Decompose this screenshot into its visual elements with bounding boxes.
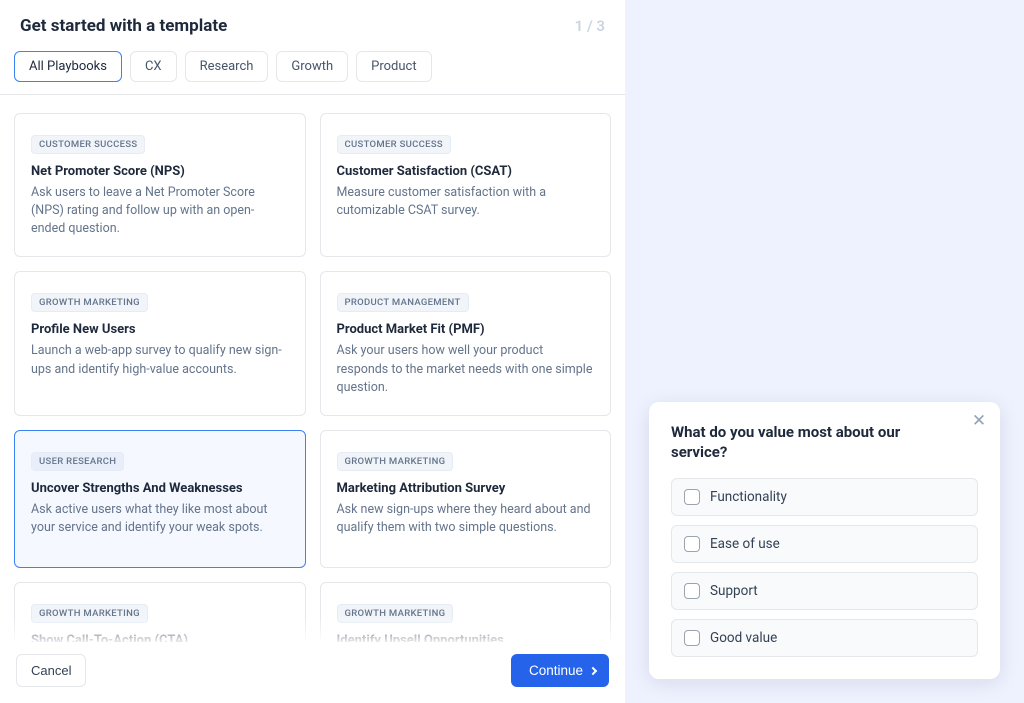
template-card-csat[interactable]: CUSTOMER SUCCESS Customer Satisfaction (… — [320, 113, 612, 257]
step-total: 3 — [596, 17, 605, 35]
tab-all-playbooks[interactable]: All Playbooks — [14, 51, 122, 82]
cancel-button[interactable]: Cancel — [16, 654, 86, 687]
footer-actions: Cancel Continue — [0, 642, 625, 703]
step-current: 1 — [575, 17, 584, 35]
close-icon[interactable]: ✕ — [970, 413, 988, 431]
template-selector-panel: Get started with a template 1 / 3 All Pl… — [0, 0, 625, 703]
page-title: Get started with a template — [20, 16, 227, 36]
templates-scroll-area[interactable]: CUSTOMER SUCCESS Net Promoter Score (NPS… — [0, 95, 625, 642]
template-card-pmf[interactable]: PRODUCT MANAGEMENT Product Market Fit (P… — [320, 271, 612, 415]
template-title: Marketing Attribution Survey — [337, 481, 595, 496]
option-label: Ease of use — [710, 536, 780, 552]
template-card-strengths-weaknesses[interactable]: USER RESEARCH Uncover Strengths And Weak… — [14, 430, 306, 568]
template-title: Show Call-To-Action (CTA) — [31, 633, 289, 642]
template-desc: Ask your users how well your product res… — [337, 342, 595, 396]
continue-label: Continue — [529, 663, 583, 678]
option-label: Good value — [710, 630, 777, 646]
option-label: Functionality — [710, 489, 787, 505]
template-card-attribution[interactable]: GROWTH MARKETING Marketing Attribution S… — [320, 430, 612, 568]
header: Get started with a template 1 / 3 — [0, 0, 625, 48]
option-label: Support — [710, 583, 758, 599]
template-title: Profile New Users — [31, 322, 289, 337]
template-tag: GROWTH MARKETING — [337, 452, 454, 471]
template-card-nps[interactable]: CUSTOMER SUCCESS Net Promoter Score (NPS… — [14, 113, 306, 257]
step-indicator: 1 / 3 — [575, 17, 605, 35]
survey-question: What do you value most about our service… — [671, 422, 978, 463]
template-tag: GROWTH MARKETING — [337, 604, 454, 623]
continue-button[interactable]: Continue — [511, 654, 609, 687]
survey-option-support[interactable]: Support — [671, 572, 978, 610]
tab-cx[interactable]: CX — [130, 51, 177, 82]
tab-growth[interactable]: Growth — [276, 51, 348, 82]
template-desc: Measure customer satisfaction with a cut… — [337, 184, 595, 220]
survey-option-good-value[interactable]: Good value — [671, 619, 978, 657]
checkbox-icon — [684, 583, 700, 599]
template-tag: CUSTOMER SUCCESS — [31, 135, 145, 154]
chevron-right-icon — [589, 666, 597, 674]
template-tag: PRODUCT MANAGEMENT — [337, 293, 469, 312]
survey-preview-card: ✕ What do you value most about our servi… — [649, 402, 1000, 680]
survey-option-ease-of-use[interactable]: Ease of use — [671, 525, 978, 563]
tab-product[interactable]: Product — [356, 51, 431, 82]
template-desc: Launch a web-app survey to qualify new s… — [31, 342, 289, 378]
app-layout: Get started with a template 1 / 3 All Pl… — [0, 0, 1024, 703]
step-separator: / — [583, 17, 596, 35]
category-tabs: All Playbooks CX Research Growth Product — [0, 48, 625, 95]
template-tag: GROWTH MARKETING — [31, 604, 148, 623]
template-desc: Ask users to leave a Net Promoter Score … — [31, 184, 289, 238]
template-card-profile-users[interactable]: GROWTH MARKETING Profile New Users Launc… — [14, 271, 306, 415]
template-title: Customer Satisfaction (CSAT) — [337, 164, 595, 179]
template-desc: Ask new sign-ups where they heard about … — [337, 501, 595, 537]
tab-research[interactable]: Research — [185, 51, 269, 82]
survey-option-functionality[interactable]: Functionality — [671, 478, 978, 516]
template-title: Net Promoter Score (NPS) — [31, 164, 289, 179]
template-tag: CUSTOMER SUCCESS — [337, 135, 451, 154]
template-title: Uncover Strengths And Weaknesses — [31, 481, 289, 496]
template-card-upsell[interactable]: GROWTH MARKETING Identify Upsell Opportu… — [320, 582, 612, 642]
template-tag: GROWTH MARKETING — [31, 293, 148, 312]
template-desc: Ask active users what they like most abo… — [31, 501, 289, 537]
preview-panel: ✕ What do you value most about our servi… — [625, 0, 1024, 703]
template-title: Product Market Fit (PMF) — [337, 322, 595, 337]
checkbox-icon — [684, 489, 700, 505]
template-tag: USER RESEARCH — [31, 452, 124, 471]
checkbox-icon — [684, 536, 700, 552]
templates-grid: CUSTOMER SUCCESS Net Promoter Score (NPS… — [14, 113, 611, 642]
checkbox-icon — [684, 630, 700, 646]
template-title: Identify Upsell Opportunities — [337, 633, 595, 642]
template-card-cta[interactable]: GROWTH MARKETING Show Call-To-Action (CT… — [14, 582, 306, 642]
